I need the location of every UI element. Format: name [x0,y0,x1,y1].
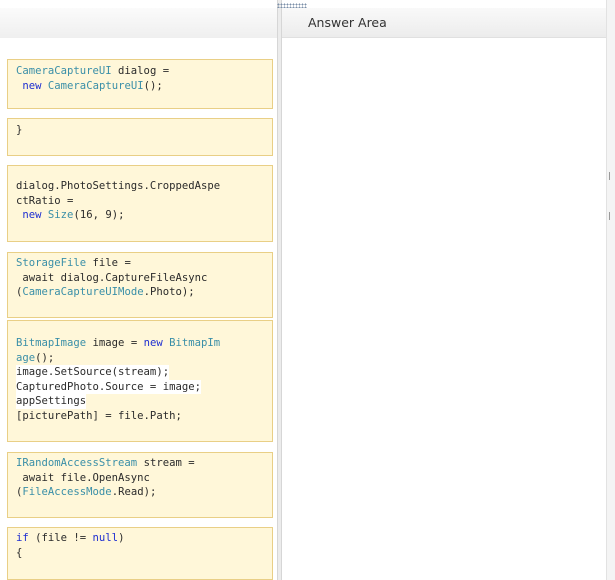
code-block-camera-dialog[interactable]: CameraCaptureUI dialog = new CameraCaptu… [7,59,273,109]
code-token: CameraCaptureUI [47,79,144,92]
code-text: CameraCaptureUI dialog = new CameraCaptu… [16,64,169,93]
code-token: age [16,351,36,364]
code-token: new [22,79,42,92]
code-block-open-stream[interactable]: IRandomAccessStream stream = await file.… [7,452,273,518]
code-token: image.SetSource(stream); [16,365,170,380]
code-token: BitmapIm [169,337,221,349]
code-token: (16, 9); [73,209,125,221]
code-token: IRandomAccessStream [16,457,138,469]
code-token: await file.OpenAsync [16,471,150,484]
code-token: CameraCaptureUIMode [22,286,144,298]
code-token: if [16,532,29,544]
code-text: } [16,123,22,138]
code-block-bitmap-image[interactable]: BitmapImage image = new BitmapIm age(); … [7,320,273,442]
code-block-cropped-aspect-ratio[interactable]: dialog.PhotoSettings.CroppedAspe ctRatio… [7,165,273,242]
code-segments-pane: CameraCaptureUI dialog = new CameraCaptu… [0,0,277,580]
code-token: ctRatio = [16,194,74,207]
code-token: .Photo); [143,286,195,298]
code-token: new [22,209,42,221]
code-token: BitmapImage [16,337,87,349]
right-scroll-strip[interactable] [606,0,615,580]
code-token: await dialog.CaptureFileAsync [16,271,208,284]
code-token: CameraCaptureUI [16,65,112,77]
code-token: .Read); [111,486,157,498]
code-token: { [16,546,23,559]
code-token: file = [86,257,131,269]
code-token: null [92,532,119,544]
code-token: dialog.PhotoSettings.CroppedAspe [16,180,221,192]
code-token: StorageFile [16,257,87,269]
code-token: ) [118,532,125,544]
code-text: dialog.PhotoSettings.CroppedAspe ctRatio… [16,179,220,223]
answer-area-title: Answer Area [282,8,606,38]
code-token: stream = [137,457,195,469]
strip-tick-mark [609,172,610,180]
segments-header [0,8,277,38]
code-token: new [143,337,163,349]
code-token: Size [47,209,74,221]
code-token: appSettings [16,394,87,409]
code-token: } [16,124,23,136]
code-token: dialog = [111,65,170,77]
code-block-if-file-not-null[interactable]: if (file != null) { [7,527,273,580]
code-block-closing-brace[interactable]: } [7,118,273,156]
code-token: (file != [28,532,93,544]
code-token: (); [35,351,55,364]
code-text: IRandomAccessStream stream = await file.… [16,456,195,500]
answer-area[interactable]: Answer Area [282,8,606,580]
code-text: StorageFile file = await dialog.CaptureF… [16,256,207,300]
code-token: CapturedPhoto.Source = image; [16,379,201,394]
code-token: [picturePath] = file.Path; [16,409,182,422]
strip-tick-mark [609,212,610,220]
code-text: if (file != null) { [16,531,124,560]
code-token: (); [143,79,163,92]
code-token: image = [86,337,144,349]
code-text: BitmapImage image = new BitmapIm age(); … [16,336,220,423]
code-block-capture-file[interactable]: StorageFile file = await dialog.CaptureF… [7,252,273,318]
code-token: FileAccessMode [22,486,112,498]
